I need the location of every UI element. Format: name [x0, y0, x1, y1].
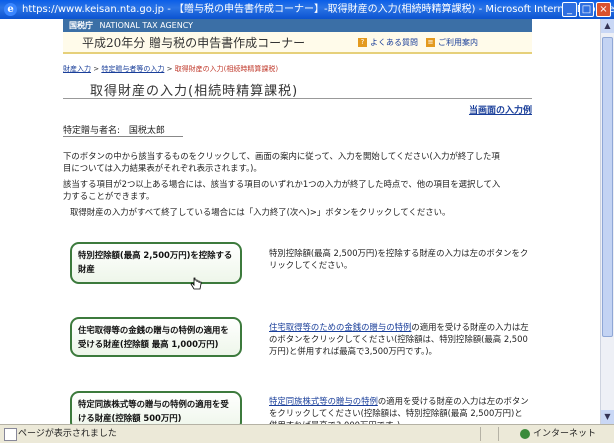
breadcrumb-separator: > — [93, 65, 100, 73]
breadcrumb-current: 取得財産の入力(相続時精算課税) — [174, 65, 279, 73]
page-title: 取得財産の入力(相続時精算課税) — [90, 84, 299, 99]
status-divider — [498, 427, 513, 441]
item-1-description: 特別控除額(最高 2,500万円)を控除する財産の入力は左のボタンをクリックして… — [269, 248, 529, 270]
hand-cursor-icon — [190, 277, 202, 290]
donor-line: 特定贈与者名: 国税太郎 — [63, 123, 165, 136]
donor-name: 国税太郎 — [128, 126, 165, 136]
faq-link[interactable]: ? よくある質問 — [358, 37, 418, 48]
security-zone: インターネット — [520, 425, 596, 443]
zone-label: インターネット — [533, 429, 597, 439]
scroll-down-arrow-icon[interactable]: ▼ — [601, 410, 614, 424]
book-icon: ≡ — [426, 38, 435, 47]
window-title: https://www.keisan.nta.go.jp - 【贈与税の申告書作… — [22, 4, 614, 15]
agency-name-en: NATIONAL TAX AGENCY — [99, 21, 194, 30]
page-icon — [4, 428, 17, 441]
breadcrumb-property-input[interactable]: 財産入力 — [63, 65, 91, 73]
family-stock-special-button[interactable]: 特定同族株式等の贈与の特例の適用を受ける財産(控除額 500万円) — [70, 391, 242, 424]
corner-header: 平成20年分 贈与税の申告書作成コーナー ? よくある質問 ≡ ご利用案内 — [63, 32, 532, 54]
housing-acquisition-description: 住宅取得等のための金銭の贈与の特例の適用を受ける財産の入力は左のボタンをクリック… — [269, 321, 531, 357]
maximize-button[interactable]: □ — [579, 2, 594, 17]
family-stock-special-link[interactable]: 特定同族株式等の贈与の特例 — [269, 396, 378, 406]
donor-label: 特定贈与者名: — [63, 126, 121, 136]
title-divider — [63, 98, 532, 99]
breadcrumb-separator: > — [166, 65, 173, 73]
guide-link[interactable]: ≡ ご利用案内 — [426, 37, 478, 48]
instruction-paragraph-3: 取得財産の入力がすべて終了している場合には「入力終了(次へ)>」ボタンをクリック… — [70, 207, 451, 217]
scroll-up-arrow-icon[interactable]: ▲ — [601, 19, 614, 33]
instruction-paragraph-2: 該当する項目が2つ以上ある場合には、該当する項目のいずれか1つの入力が終了した時… — [63, 179, 501, 201]
housing-acquisition-special-button[interactable]: 住宅取得等の金銭の贈与の特例の適用を受ける財産(控除額 最高 1,000万円) — [70, 317, 242, 357]
scrollbar-thumb[interactable] — [602, 37, 613, 337]
donor-divider — [63, 136, 183, 137]
status-bar: ページが表示されました インターネット — [0, 424, 614, 443]
page-content: 国税庁 NATIONAL TAX AGENCY 平成20年分 贈与税の申告書作成… — [63, 19, 532, 424]
special-deduction-property-button[interactable]: 特別控除額(最高 2,500万円)を控除する財産 — [70, 242, 242, 284]
internet-explorer-icon: e — [4, 3, 17, 16]
agency-bar: 国税庁 NATIONAL TAX AGENCY — [63, 19, 532, 32]
breadcrumb-donor-input[interactable]: 特定贈与者等の入力 — [101, 65, 164, 73]
status-divider — [480, 427, 495, 441]
input-example-link[interactable]: 当画面の入力例 — [469, 103, 532, 116]
question-icon: ? — [358, 38, 367, 47]
instruction-paragraph-1: 下のボタンの中から該当するものをクリックして、画面の案内に従って、入力を開始して… — [63, 151, 500, 173]
minimize-button[interactable]: _ — [562, 2, 577, 17]
internet-zone-icon — [520, 428, 530, 439]
vertical-scrollbar[interactable]: ▲ ▼ — [600, 19, 614, 424]
close-button[interactable]: × — [596, 2, 611, 17]
corner-title: 平成20年分 贈与税の申告書作成コーナー — [82, 36, 306, 50]
agency-name-jp: 国税庁 — [69, 21, 93, 30]
guide-label: ご利用案内 — [438, 38, 478, 47]
faq-label: よくある質問 — [370, 38, 418, 47]
family-stock-description: 特定同族株式等の贈与の特例の適用を受ける財産の入力は左のボタンをクリックしてくだ… — [269, 395, 531, 424]
status-text: ページが表示されました — [18, 429, 117, 439]
special-deduction-description: 特別控除額(最高 2,500万円)を控除する財産の入力は左のボタンをクリックして… — [269, 247, 531, 271]
browser-viewport: 国税庁 NATIONAL TAX AGENCY 平成20年分 贈与税の申告書作成… — [0, 19, 600, 424]
window-title-bar[interactable]: e https://www.keisan.nta.go.jp - 【贈与税の申告… — [0, 0, 614, 19]
breadcrumb: 財産入力 > 特定贈与者等の入力 > 取得財産の入力(相続時精算課税) — [63, 64, 278, 74]
housing-special-link[interactable]: 住宅取得等のための金銭の贈与の特例 — [269, 322, 411, 332]
